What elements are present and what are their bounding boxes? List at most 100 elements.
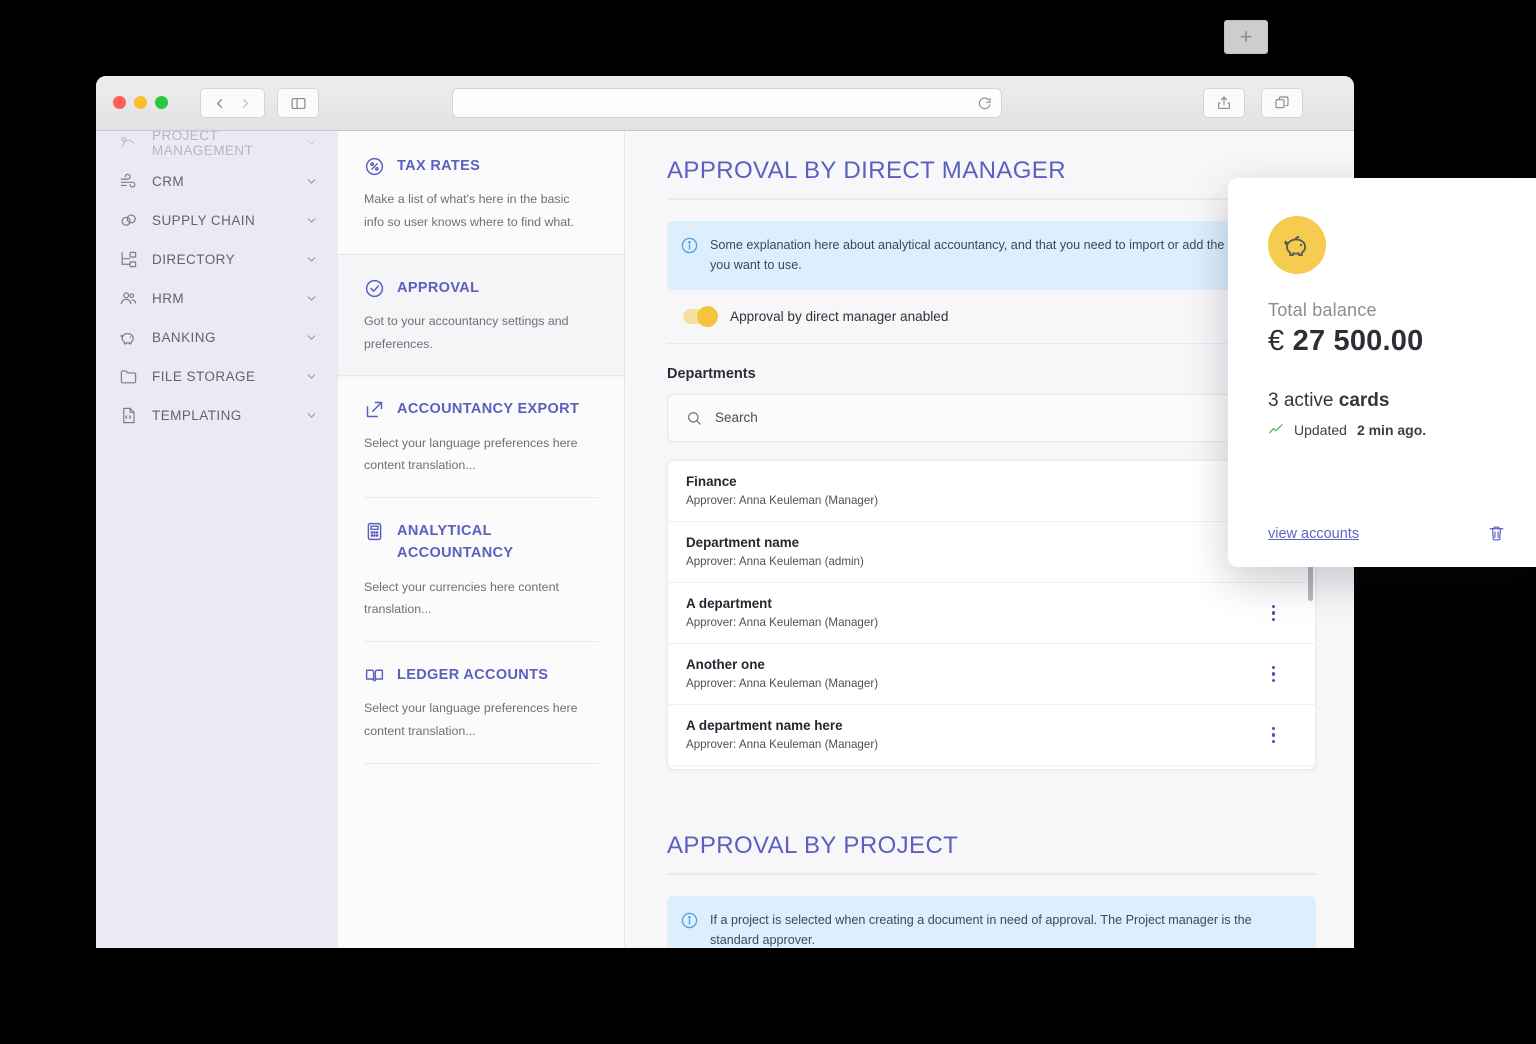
departments-search-field[interactable] [667,393,1316,442]
sidebar-item-templating[interactable]: TEMPLATING [96,396,338,435]
chevron-left-icon [216,98,222,108]
sidebar-item-label: DIRECTORY [152,252,236,267]
submenu-item-desc: Select your language preferences here co… [364,701,578,739]
table-row[interactable]: A department name here Approver: Anna Ke… [668,705,1315,766]
maximize-window-button[interactable] [155,96,168,109]
department-approver: Approver: Anna Keuleman (Manager) [686,616,879,630]
external-link-icon [364,399,385,420]
balance-currency: € [1268,325,1285,357]
hrm-icon [119,289,138,308]
crm-icon [119,172,138,191]
sidebar-item-label: SUPPLY CHAIN [152,213,256,228]
trash-icon[interactable] [1487,524,1506,543]
info-icon [681,912,698,929]
department-name: Another one [686,657,765,673]
banking-icon [119,328,138,347]
department-info: Another one Approver: Anna Keuleman (Man… [686,657,1266,690]
approval-toggle-row[interactable]: Approval by direct manager anabled [683,305,1316,327]
submenu-item-title: ANALYTICAL ACCOUNTANCY [397,522,514,562]
submenu-item-approval[interactable]: APPROVAL Got to your accountancy setting… [338,253,624,377]
main-sidebar: PROJECT MANAGEMENT CRM SUPPLY CHAIN DIRE… [96,131,338,948]
submenu-item-title: TAX RATES [397,158,481,174]
supply-chain-icon [119,211,138,230]
departments-list[interactable]: Finance Approver: Anna Keuleman (Manager… [667,459,1316,770]
title-divider [667,872,1316,875]
submenu-item-accountancy-export[interactable]: ACCOUNTANCY EXPORT Select your language … [338,376,624,497]
sidebar-item-crm[interactable]: CRM [96,162,338,201]
address-bar[interactable] [452,88,1002,118]
sidebar-item-label: HRM [152,291,185,306]
info-banner-text: Some explanation here about analytical a… [710,238,1291,273]
sidebar-toggle-button[interactable] [277,88,319,118]
updated-value: 2 min ago. [1356,422,1427,438]
department-info: Department name Approver: Anna Keuleman … [686,535,1266,568]
department-info: Finance Approver: Anna Keuleman (Manager… [686,474,1266,507]
approval-toggle[interactable] [683,305,718,327]
departments-heading: Departments [667,365,756,382]
tab-overview-button[interactable] [1261,88,1303,118]
submenu-item-header: ACCOUNTANCY EXPORT [364,398,598,420]
close-window-button[interactable] [113,96,126,109]
row-menu-button[interactable] [1266,661,1282,688]
sidebar-item-banking[interactable]: BANKING [96,318,338,357]
department-name: Department name [686,535,800,551]
sidebar-item-directory[interactable]: DIRECTORY [96,240,338,279]
submenu-item-title: APPROVAL [397,279,480,296]
sidebar-item-project-management[interactable]: PROJECT MANAGEMENT [96,131,338,162]
view-accounts-link[interactable]: view accounts [1268,526,1359,542]
sidebar-toggle-icon [291,97,305,109]
row-menu-button[interactable] [1266,600,1282,627]
reload-icon[interactable] [977,96,992,111]
row-menu-button[interactable] [1266,722,1282,749]
page-title: APPROVAL BY DIRECT MANAGER [667,157,1066,184]
submenu-item-analytical-accountancy[interactable]: ANALYTICAL ACCOUNTANCY Select your curre… [338,498,624,641]
toggle-knob [697,305,718,327]
department-info: A department Approver: Anna Keuleman (Ma… [686,596,1266,629]
section-divider [667,342,1316,344]
submenu-item-desc: Make a list of what's here in the basic … [364,192,575,230]
search-input[interactable] [715,410,1297,426]
submenu-item-header: TAX RATES [364,155,598,177]
page-content: PROJECT MANAGEMENT CRM SUPPLY CHAIN DIRE… [96,131,1354,948]
url-input[interactable] [453,96,977,110]
section-title-approval-by-project: APPROVAL BY PROJECT [667,831,959,859]
chevron-down-icon [305,253,318,266]
forward-button[interactable] [227,88,265,118]
submenu-item-header: APPROVAL [364,277,598,299]
department-info: A department name here Approver: Anna Ke… [686,718,1266,751]
tab-overview-icon [1275,96,1289,109]
submenu-item-ledger-accounts[interactable]: LEDGER ACCOUNTS Select your language pre… [338,642,624,763]
project-management-icon [119,133,138,152]
info-banner-by-project: If a project is selected when creating a… [667,895,1316,948]
chevron-right-icon [243,98,248,108]
active-cards-line: 3 active cards [1268,390,1496,412]
active-cards-count: 3 active [1268,390,1334,411]
info-banner-text: If a project is selected when creating a… [710,912,1252,948]
table-row[interactable]: Finance Approver: Anna Keuleman (Manager… [668,461,1315,522]
table-row[interactable]: Department name Approver: Anna Keuleman … [668,522,1315,583]
sidebar-item-hrm[interactable]: HRM [96,279,338,318]
department-name: Finance [686,474,737,490]
sidebar-item-file-storage[interactable]: FILE STORAGE [96,357,338,396]
minimize-window-button[interactable] [134,96,147,109]
sidebar-item-supply-chain[interactable]: SUPPLY CHAIN [96,201,338,240]
chevron-down-icon [305,175,318,188]
share-button[interactable] [1203,88,1245,118]
chevron-down-icon [305,331,318,344]
sidebar-item-label: PROJECT MANAGEMENT [152,131,254,158]
percent-icon [364,156,385,177]
department-approver: Approver: Anna Keuleman (Manager) [686,738,879,752]
templating-icon [119,406,138,425]
info-icon [681,237,698,254]
sidebar-item-label: BANKING [152,330,216,345]
new-tab-button[interactable]: + [1224,20,1268,54]
sidebar-item-label: TEMPLATING [152,408,242,423]
share-icon [1218,96,1230,109]
submenu-item-header: LEDGER ACCOUNTS [364,664,598,686]
table-row[interactable]: A department Approver: Anna Keuleman (Ma… [668,583,1315,644]
info-banner-direct-manager: Some explanation here about analytical a… [667,221,1316,290]
submenu-item-tax-rates[interactable]: TAX RATES Make a list of what's here in … [338,133,624,254]
browser-window: PROJECT MANAGEMENT CRM SUPPLY CHAIN DIRE… [96,76,1354,948]
updated-line: Updated 2 min ago. [1268,422,1496,438]
table-row[interactable]: Another one Approver: Anna Keuleman (Man… [668,644,1315,705]
